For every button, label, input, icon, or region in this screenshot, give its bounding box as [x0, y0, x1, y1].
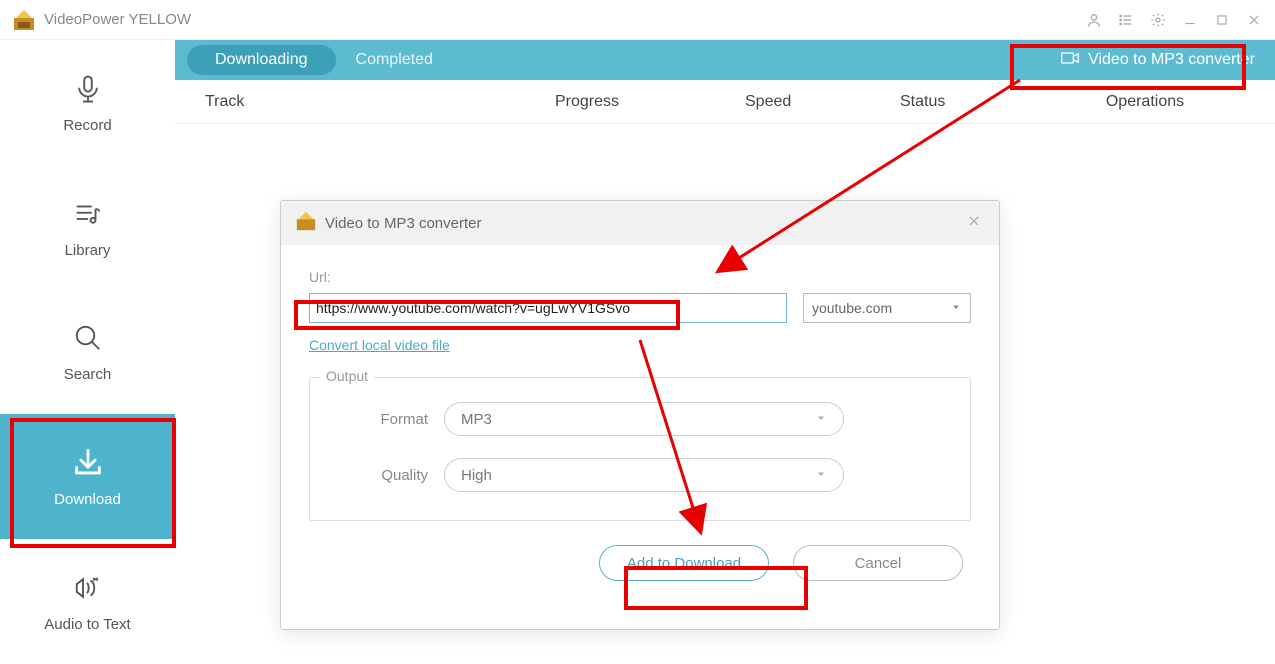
- sidebar-item-label: Library: [65, 242, 111, 259]
- col-operations: Operations: [1045, 93, 1245, 111]
- format-value: MP3: [461, 411, 492, 428]
- output-legend: Output: [320, 368, 374, 384]
- sidebar-item-label: Record: [63, 117, 111, 134]
- output-group: Output Format MP3 Quality High: [309, 377, 971, 521]
- tab-downloading[interactable]: Downloading: [187, 45, 336, 75]
- dialog-titlebar: Video to MP3 converter: [281, 201, 999, 245]
- sidebar-item-search[interactable]: Search: [0, 290, 175, 415]
- sidebar-item-library[interactable]: Library: [0, 165, 175, 290]
- format-label: Format: [334, 411, 444, 428]
- microphone-icon: [70, 71, 106, 107]
- sidebar-item-download[interactable]: Download: [0, 414, 175, 539]
- col-status: Status: [900, 93, 1045, 111]
- sidebar-item-label: Search: [64, 366, 112, 383]
- url-input[interactable]: [309, 293, 787, 323]
- sidebar-item-audio-to-text[interactable]: Audio to Text: [0, 539, 175, 664]
- site-dropdown[interactable]: youtube.com: [803, 293, 971, 323]
- quality-value: High: [461, 467, 492, 484]
- maximize-icon[interactable]: [1213, 11, 1231, 29]
- site-dropdown-value: youtube.com: [812, 300, 892, 316]
- url-label: Url:: [309, 269, 971, 285]
- app-logo-icon: [12, 8, 36, 32]
- col-progress: Progress: [555, 93, 745, 111]
- sidebar-item-label: Audio to Text: [44, 616, 130, 633]
- chevron-down-icon: [815, 411, 827, 428]
- quality-dropdown[interactable]: High: [444, 458, 844, 492]
- account-icon[interactable]: [1085, 11, 1103, 29]
- sidebar: Record Library Search Download Audio to …: [0, 40, 175, 664]
- add-to-download-button[interactable]: Add to Download: [599, 545, 769, 581]
- list-icon[interactable]: [1117, 11, 1135, 29]
- app-title: VideoPower YELLOW: [44, 11, 1085, 28]
- download-icon: [70, 445, 106, 481]
- col-track: Track: [205, 93, 555, 111]
- video-to-mp3-converter-link[interactable]: Video to MP3 converter: [1052, 46, 1263, 75]
- quality-label: Quality: [334, 467, 444, 484]
- dialog-close-icon[interactable]: [963, 210, 985, 237]
- chevron-down-icon: [950, 300, 962, 316]
- minimize-icon[interactable]: [1181, 11, 1199, 29]
- convert-local-file-link[interactable]: Convert local video file: [309, 337, 450, 353]
- tabbar: Downloading Completed Video to MP3 conve…: [175, 40, 1275, 80]
- sidebar-item-label: Download: [54, 491, 121, 508]
- titlebar: VideoPower YELLOW: [0, 0, 1275, 40]
- window-controls: [1085, 11, 1263, 29]
- tab-completed[interactable]: Completed: [356, 51, 433, 69]
- dialog-title: Video to MP3 converter: [325, 215, 963, 232]
- audio-to-text-icon: [70, 570, 106, 606]
- library-icon: [70, 196, 106, 232]
- dialog-logo-icon: [295, 210, 317, 237]
- converter-dialog: Video to MP3 converter Url: youtube.com …: [280, 200, 1000, 630]
- table-header: Track Progress Speed Status Operations: [175, 80, 1275, 124]
- converter-link-label: Video to MP3 converter: [1088, 51, 1255, 69]
- converter-icon: [1060, 48, 1080, 73]
- gear-icon[interactable]: [1149, 11, 1167, 29]
- col-speed: Speed: [745, 93, 900, 111]
- sidebar-item-record[interactable]: Record: [0, 40, 175, 165]
- chevron-down-icon: [815, 467, 827, 484]
- format-dropdown[interactable]: MP3: [444, 402, 844, 436]
- search-icon: [70, 320, 106, 356]
- close-icon[interactable]: [1245, 11, 1263, 29]
- cancel-button[interactable]: Cancel: [793, 545, 963, 581]
